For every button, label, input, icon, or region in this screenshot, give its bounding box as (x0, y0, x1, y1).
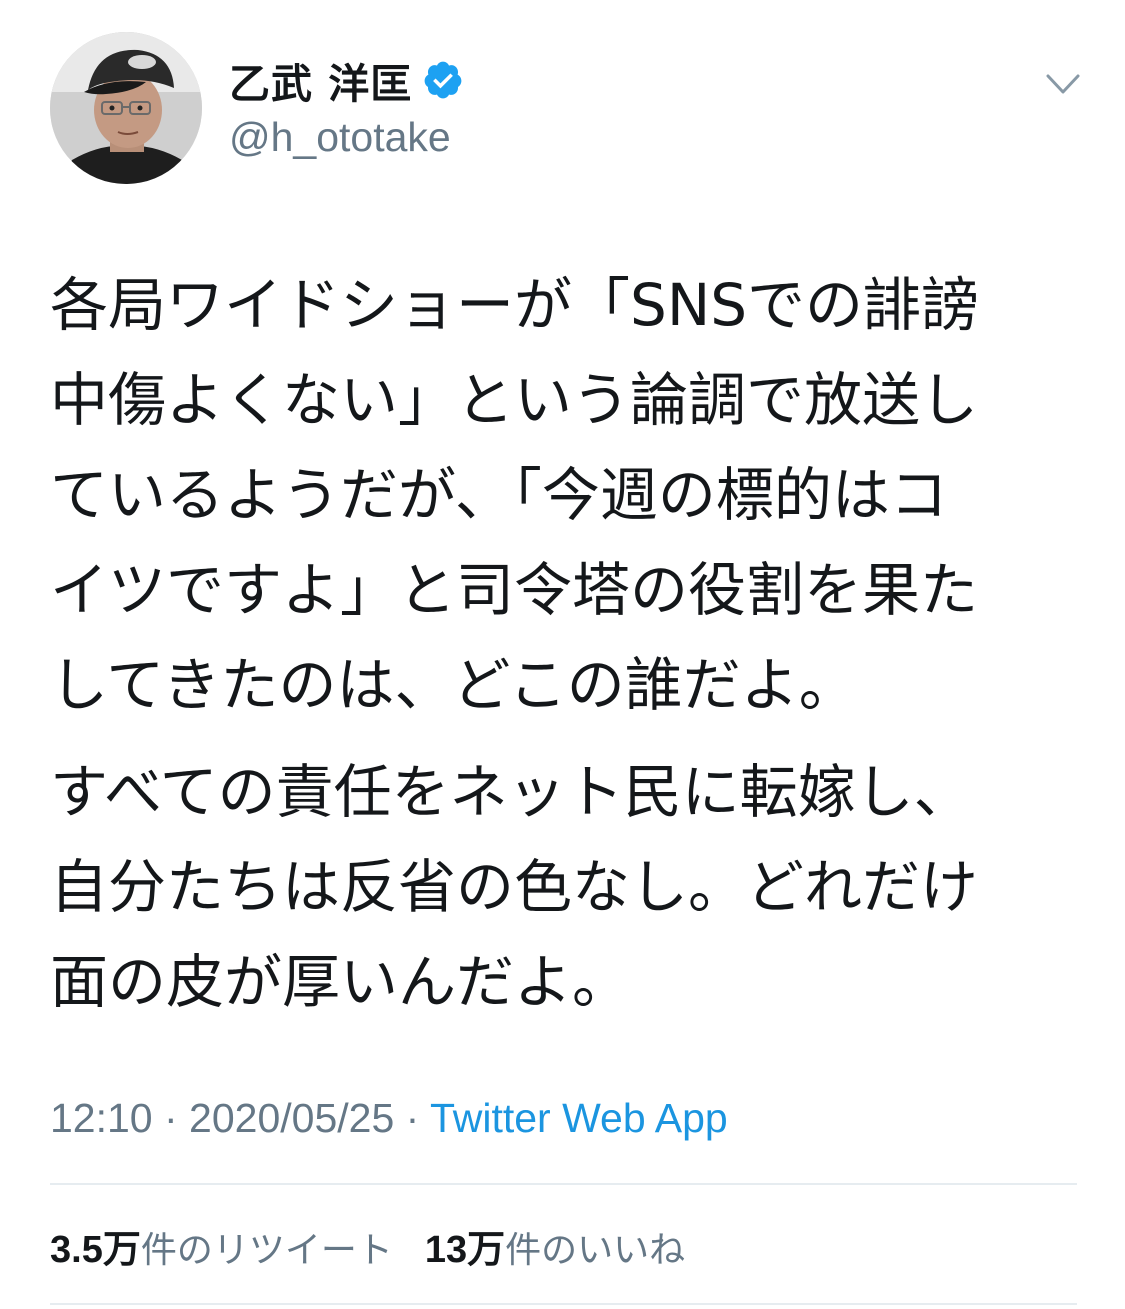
meta-separator: · (152, 1095, 190, 1141)
retweet-count-link[interactable]: 3.5万 件のリツイート (50, 1218, 393, 1273)
tweet-line: してきたのは、どこの誰だよ。 (50, 651, 857, 719)
author-name[interactable]: 乙武 洋匡 (229, 50, 412, 110)
tweet-meta: 12:10 · 2020/05/25 · Twitter Web App (50, 1095, 728, 1142)
meta-separator: · (394, 1095, 430, 1141)
divider (50, 1183, 1077, 1185)
profile-photo-icon (50, 32, 202, 184)
retweet-count: 3.5万 (50, 1229, 141, 1271)
chevron-down-icon[interactable] (1040, 64, 1086, 104)
verified-badge-icon (422, 59, 464, 101)
retweet-label: 件のリツイート (140, 1230, 393, 1271)
tweet-line: すべての責任をネット民に転嫁し、 (50, 758, 972, 826)
author-name-row: 乙武 洋匡 (229, 52, 464, 108)
author-block[interactable]: 乙武 洋匡 @h_ototake (229, 52, 464, 161)
tweet-time[interactable]: 12:10 (50, 1095, 153, 1141)
like-label: 件のいいね (505, 1230, 686, 1271)
tweet-paragraph: 各局ワイドショーが「SNSでの誹謗 中傷よくない」という論調で放送し ているよう… (50, 258, 1080, 733)
tweet-line: 中傷よくない」という論調で放送し (50, 366, 979, 434)
tweet-line: 各局ワイドショーが「SNSでの誹謗 (50, 271, 980, 339)
tweet-source-link[interactable]: Twitter Web App (430, 1095, 728, 1141)
tweet-line: 自分たちは反省の色なし。どれだけ (50, 853, 979, 921)
avatar[interactable] (50, 32, 202, 184)
tweet-stats: 3.5万 件のリツイート 13万 件のいいね (50, 1218, 685, 1273)
tweet-line: ているようだが、「今週の標的はコ (50, 461, 948, 529)
tweet-detail: 乙武 洋匡 @h_ototake 各局ワイドショーが「SNSでの誹謗 中傷よくな… (0, 0, 1125, 1309)
tweet-line: イツですよ」と司令塔の役割を果た (50, 556, 979, 624)
tweet-line: 面の皮が厚いんだよ。 (50, 948, 631, 1016)
author-handle[interactable]: @h_ototake (229, 114, 464, 161)
tweet-text: 各局ワイドショーが「SNSでの誹謗 中傷よくない」という論調で放送し ているよう… (50, 258, 1080, 1030)
like-count: 13万 (424, 1229, 506, 1271)
like-count-link[interactable]: 13万 件のいいね (425, 1218, 685, 1273)
divider (50, 1303, 1077, 1305)
tweet-date[interactable]: 2020/05/25 (189, 1095, 394, 1141)
tweet-paragraph: すべての責任をネット民に転嫁し、 自分たちは反省の色なし。どれだけ 面の皮が厚い… (50, 745, 1080, 1030)
